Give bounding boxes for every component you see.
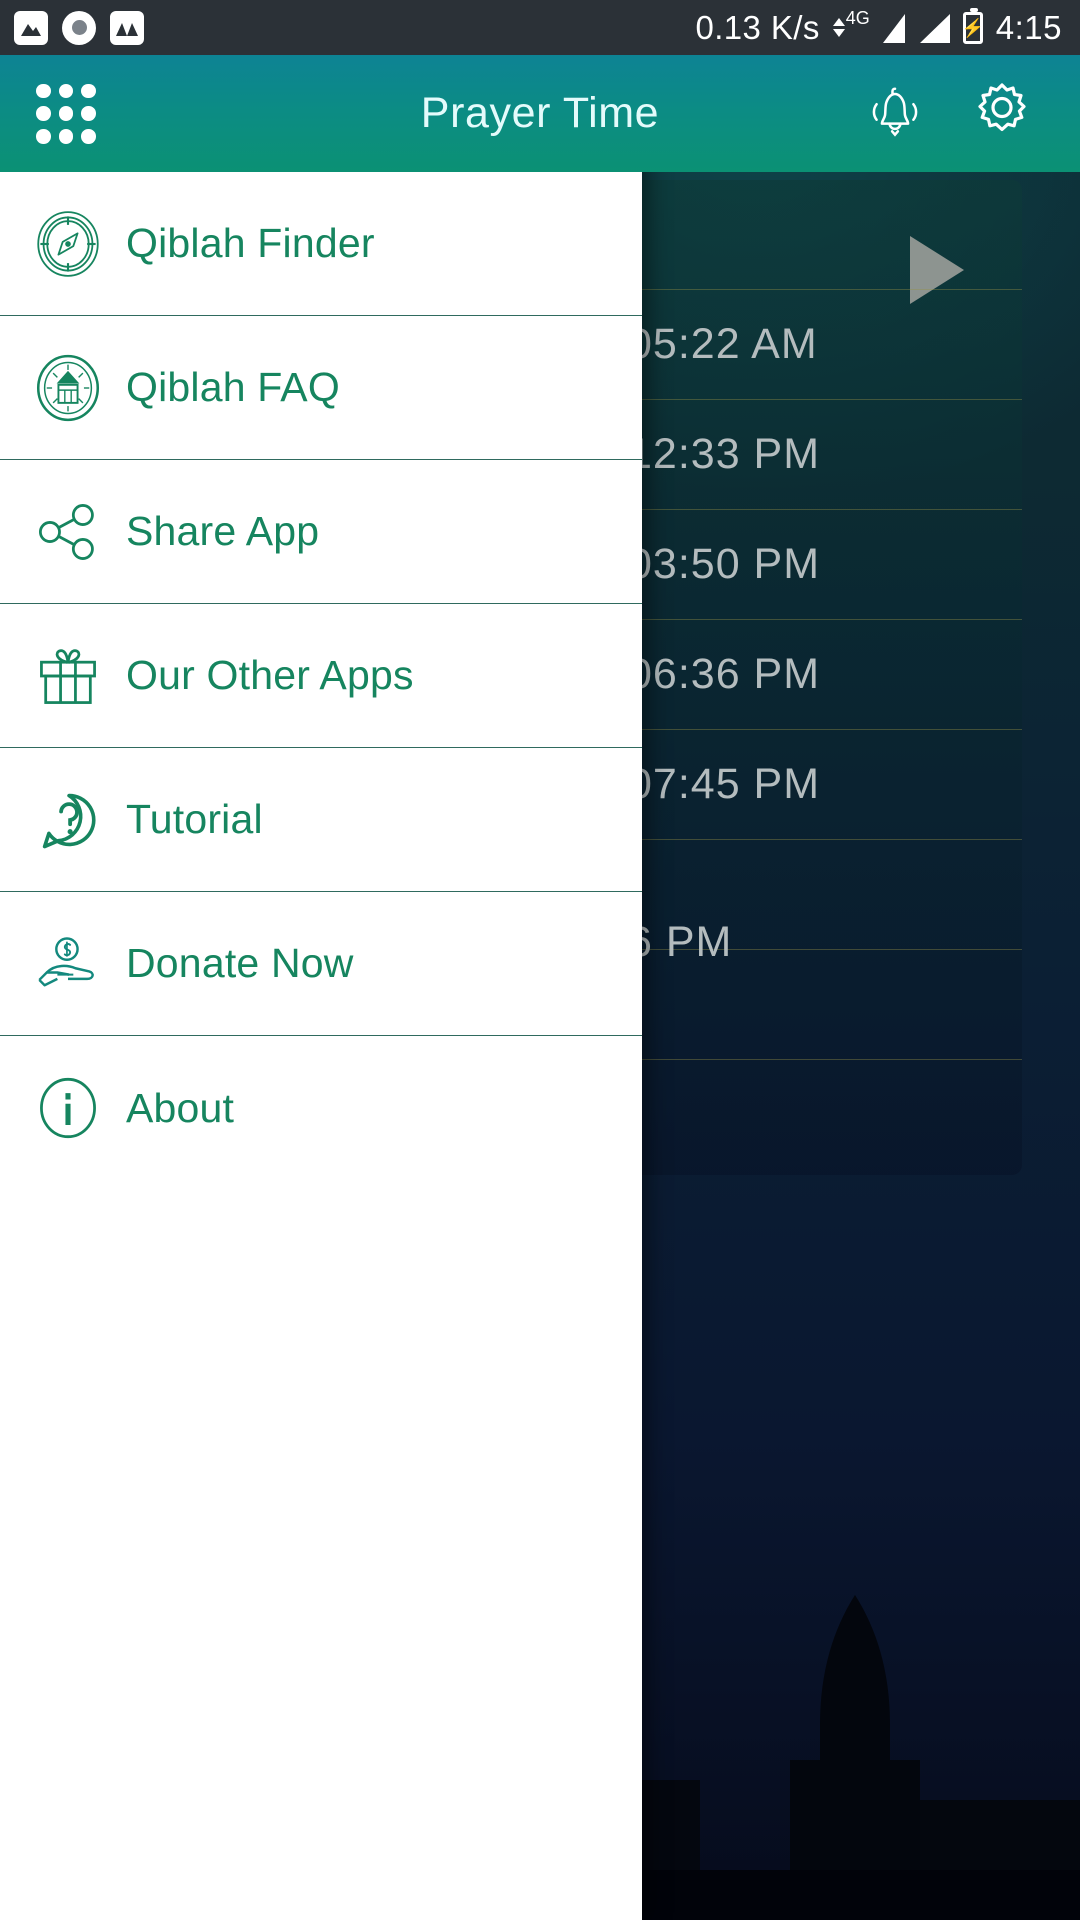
battery-charging-icon: ⚡ xyxy=(962,7,984,44)
network-type-label: 4G xyxy=(845,8,870,28)
info-circle-icon xyxy=(32,1074,104,1142)
sidebar-item-qiblah-finder[interactable]: Qiblah Finder xyxy=(0,172,642,316)
hand-coin-icon xyxy=(32,930,104,998)
sidebar-item-label: Donate Now xyxy=(126,940,354,986)
compass-icon xyxy=(32,210,104,278)
sidebar-item-donate-now[interactable]: Donate Now xyxy=(0,892,642,1036)
network-type-indicator: 4G xyxy=(832,8,905,43)
gear-icon[interactable] xyxy=(970,79,1034,148)
question-bubble-icon xyxy=(32,786,104,854)
prayer-time-value: 06:36 PM xyxy=(628,650,821,698)
status-bar: 0.13 K/s 4G ⚡ 4:15 xyxy=(0,0,1080,55)
app-bar-actions xyxy=(864,79,1034,148)
status-bar-left-icons xyxy=(14,10,144,45)
network-speed: 0.13 K/s xyxy=(695,8,820,46)
navigation-drawer: Qiblah Finder Qiblah FAQ Share App Our O… xyxy=(0,55,642,1920)
sidebar-item-qiblah-faq[interactable]: Qiblah FAQ xyxy=(0,316,642,460)
drawer-menu-list: Qiblah Finder Qiblah FAQ Share App Our O… xyxy=(0,172,642,1180)
record-icon xyxy=(62,10,96,45)
prayer-time-value: 12:33 PM xyxy=(628,430,821,478)
data-arrows-icon xyxy=(832,18,845,37)
sidebar-item-label: Qiblah Finder xyxy=(126,220,375,266)
app-bar: Prayer Time xyxy=(0,55,1080,172)
prayer-time-value: 05:22 AM xyxy=(628,320,818,368)
sidebar-item-label: About xyxy=(126,1084,235,1131)
sidebar-item-label: Share App xyxy=(126,508,320,554)
prayer-time-value: 07:45 PM xyxy=(628,760,821,808)
mountain-app-icon xyxy=(110,10,144,45)
sidebar-item-label: Qiblah FAQ xyxy=(126,364,340,410)
share-icon xyxy=(32,498,104,566)
clock: 4:15 xyxy=(995,8,1062,46)
bell-icon[interactable] xyxy=(864,80,926,147)
sidebar-item-tutorial[interactable]: Tutorial xyxy=(0,748,642,892)
sidebar-item-our-other-apps[interactable]: Our Other Apps xyxy=(0,604,642,748)
sidebar-item-label: Our Other Apps xyxy=(126,652,414,698)
sidebar-item-label: Tutorial xyxy=(126,796,263,842)
image-icon xyxy=(14,10,48,45)
prayer-time-value: 03:50 PM xyxy=(628,540,821,588)
signal-bars-2-icon xyxy=(918,13,950,43)
sidebar-item-share-app[interactable]: Share App xyxy=(0,460,642,604)
status-bar-right: 0.13 K/s 4G ⚡ 4:15 xyxy=(695,7,1062,47)
grid-menu-icon[interactable] xyxy=(36,83,96,144)
sidebar-item-about[interactable]: About xyxy=(0,1036,642,1180)
kaaba-badge-icon xyxy=(32,354,104,422)
gift-icon xyxy=(32,642,104,710)
signal-bars-1-icon xyxy=(873,13,905,43)
